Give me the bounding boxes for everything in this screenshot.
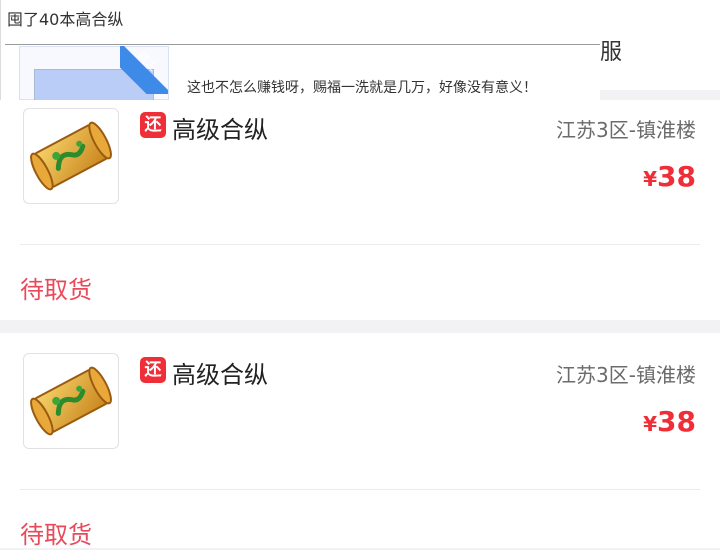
refund-badge: 还 [140, 357, 166, 383]
currency-symbol: ¥ [643, 167, 658, 191]
post-comment: 这也不怎么赚钱呀，赐福一洗就是几万，好像没有意义！ [187, 80, 537, 96]
scroll-icon [30, 366, 112, 436]
post-preview-overlay: 囤了40本高合纵 楼主 这也不怎么赚钱呀，赐福一洗就是几万，好像没有意义！ [0, 0, 601, 105]
item-price: ¥38 [643, 405, 696, 438]
order-card[interactable]: 还 高级合纵 江苏3区-镇淮楼 ¥38 待取货 [0, 100, 720, 320]
order-card[interactable]: 还 高级合纵 江苏3区-镇淮楼 ¥38 待取货 [0, 333, 720, 549]
item-thumbnail[interactable] [23, 353, 119, 449]
scroll-icon [30, 121, 112, 191]
item-title[interactable]: 高级合纵 [172, 110, 268, 145]
item-title[interactable]: 高级合纵 [172, 355, 268, 390]
server-name: 江苏3区-镇淮楼 [556, 118, 696, 142]
server-name: 江苏3区-镇淮楼 [556, 363, 696, 387]
post-title: 囤了40本高合纵 [7, 10, 124, 29]
background-header-fragment: 服 [600, 0, 720, 90]
price-value: 38 [657, 160, 696, 193]
divider [20, 489, 700, 490]
currency-symbol: ¥ [643, 412, 658, 436]
order-status: 待取货 [20, 276, 92, 304]
refund-badge: 还 [140, 112, 166, 138]
price-value: 38 [657, 405, 696, 438]
item-price: ¥38 [643, 160, 696, 193]
header-fragment-text: 服 [600, 40, 623, 65]
item-thumbnail[interactable] [23, 108, 119, 204]
divider [5, 44, 601, 45]
divider [20, 244, 700, 245]
op-corner-tag: 楼主 [120, 46, 168, 94]
order-status: 待取货 [20, 521, 92, 549]
